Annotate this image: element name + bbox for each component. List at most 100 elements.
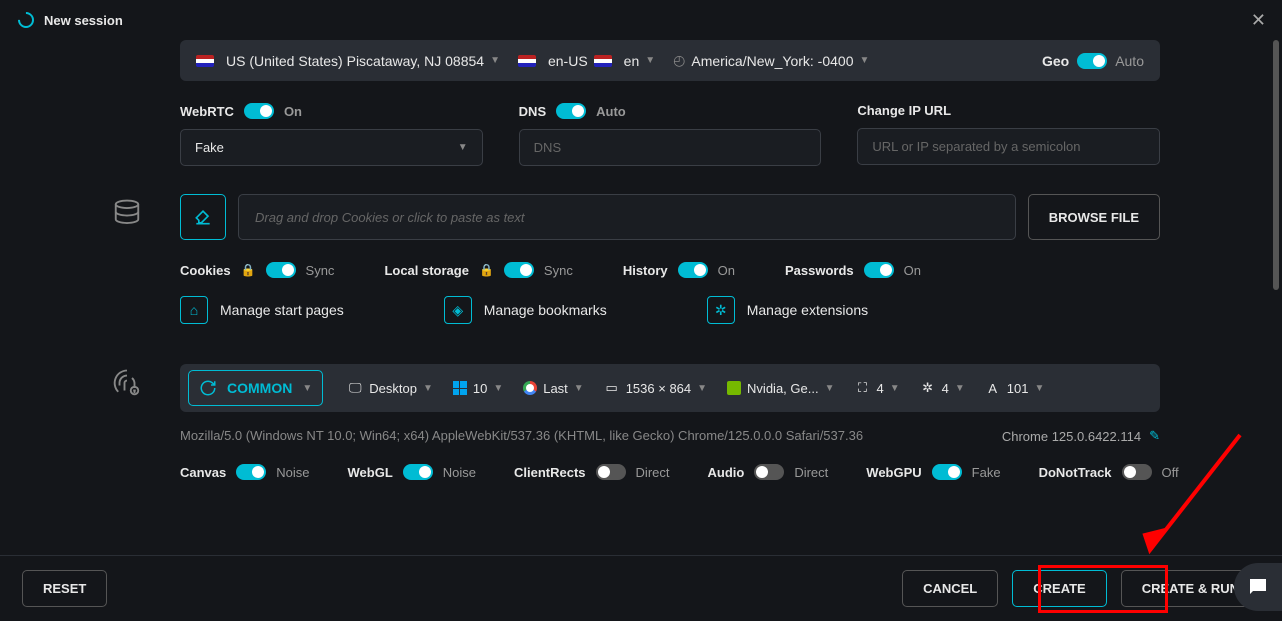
bookmark-icon: ◈ (444, 296, 472, 324)
clock-icon: ◴ (673, 52, 685, 69)
canvas-value: Noise (276, 465, 309, 480)
changeip-input[interactable] (857, 128, 1160, 165)
location-text: US (United States) Piscataway, NJ 08854 (226, 53, 484, 69)
fingerprint-icon (110, 366, 144, 400)
localstorage-toggle[interactable] (504, 262, 534, 278)
dnt-value: Off (1162, 465, 1179, 480)
manage-start-pages-button[interactable]: ⌂ Manage start pages (180, 296, 344, 324)
browser-dropdown[interactable]: Last ▼ (515, 375, 591, 402)
common-refresh-button[interactable]: COMMON ▼ (188, 370, 323, 406)
chevron-down-icon: ▼ (890, 383, 900, 394)
fonts-dropdown[interactable]: A 101 ▼ (977, 374, 1053, 402)
dialog-title: New session (44, 13, 123, 28)
chevron-down-icon: ▼ (955, 383, 965, 394)
os-dropdown[interactable]: 10 ▼ (445, 375, 511, 402)
app-logo-icon (15, 9, 38, 32)
passwords-value: On (904, 263, 921, 278)
dnt-label: DoNotTrack (1039, 465, 1112, 480)
home-icon: ⌂ (180, 296, 208, 324)
ram-dropdown[interactable]: ✲ 4 ▼ (912, 374, 973, 402)
manage-extensions-button[interactable]: ✲ Manage extensions (707, 296, 868, 324)
edit-icon[interactable]: ✎ (1149, 428, 1160, 444)
webrtc-toggle[interactable] (244, 103, 274, 119)
cookies-toggle[interactable] (266, 262, 296, 278)
dns-input[interactable] (519, 129, 822, 166)
dnt-toggle[interactable] (1122, 464, 1152, 480)
useragent-text: Mozilla/5.0 (Windows NT 10.0; Win64; x64… (180, 428, 863, 444)
device-dropdown[interactable]: 🖵 Desktop ▼ (339, 374, 441, 402)
passwords-toggle[interactable] (864, 262, 894, 278)
webgl-label: WebGL (348, 465, 393, 480)
chevron-down-icon: ▼ (645, 55, 655, 66)
chevron-down-icon: ▼ (860, 55, 870, 66)
ram-icon: ✲ (920, 380, 936, 396)
puzzle-icon: ✲ (707, 296, 735, 324)
reset-button[interactable]: RESET (22, 570, 107, 607)
proxy-summary-bar: US (United States) Piscataway, NJ 08854 … (180, 40, 1160, 81)
chat-icon[interactable] (1234, 563, 1282, 611)
localstorage-label: Local storage (384, 263, 469, 278)
cancel-button[interactable]: CANCEL (902, 570, 998, 607)
timezone-dropdown[interactable]: ◴ America/New_York: -0400 ▼ (673, 52, 869, 69)
clientrects-toggle[interactable] (596, 464, 626, 480)
nvidia-icon (727, 381, 741, 395)
chrome-version-text: Chrome 125.0.6422.114 (1002, 429, 1141, 444)
manage-bookmarks-button[interactable]: ◈ Manage bookmarks (444, 296, 607, 324)
changeip-label: Change IP URL (857, 103, 951, 118)
refresh-icon (199, 379, 217, 397)
cpu-icon: ⛶ (854, 380, 870, 396)
webgl-value: Noise (443, 465, 476, 480)
browse-file-button[interactable]: BROWSE FILE (1028, 194, 1160, 240)
history-label: History (623, 263, 668, 278)
chevron-down-icon: ▼ (825, 383, 835, 394)
chevron-down-icon: ▼ (1034, 383, 1044, 394)
us-flag-icon (518, 55, 536, 67)
resolution-dropdown[interactable]: ▭ 1536 × 864 ▼ (596, 374, 715, 402)
webgl-toggle[interactable] (403, 464, 433, 480)
geo-label: Geo (1042, 53, 1069, 69)
lock-icon: 🔒 (479, 263, 494, 277)
webgpu-toggle[interactable] (932, 464, 962, 480)
chevron-down-icon: ▼ (302, 383, 312, 394)
cookies-value: Sync (306, 263, 335, 278)
eraser-button[interactable] (180, 194, 226, 240)
geo-toggle[interactable] (1077, 53, 1107, 69)
history-value: On (718, 263, 735, 278)
chevron-down-icon: ▼ (423, 383, 433, 394)
audio-value: Direct (794, 465, 828, 480)
chevron-down-icon: ▼ (697, 383, 707, 394)
locale-dropdown[interactable]: en-US en ▼ (518, 53, 655, 69)
create-button[interactable]: CREATE (1012, 570, 1106, 607)
screen-icon: ▭ (604, 380, 620, 396)
history-toggle[interactable] (678, 262, 708, 278)
font-icon: A (985, 380, 1001, 396)
webgpu-label: WebGPU (866, 465, 921, 480)
close-icon[interactable]: ✕ (1251, 10, 1266, 31)
localstorage-value: Sync (544, 263, 573, 278)
webrtc-select-value: Fake (195, 140, 224, 155)
cookies-placeholder: Drag and drop Cookies or click to paste … (255, 210, 525, 225)
webrtc-status: On (284, 104, 302, 119)
webrtc-select[interactable]: Fake ▼ (180, 129, 483, 166)
locale2-text: en (624, 53, 640, 69)
us-flag-icon (594, 55, 612, 67)
lock-icon: 🔒 (241, 263, 256, 277)
canvas-toggle[interactable] (236, 464, 266, 480)
dns-toggle[interactable] (556, 103, 586, 119)
geo-value: Auto (1115, 53, 1144, 69)
chevron-down-icon: ▼ (490, 55, 500, 66)
cores-dropdown[interactable]: ⛶ 4 ▼ (846, 374, 907, 402)
audio-toggle[interactable] (754, 464, 784, 480)
cookies-drop-input[interactable]: Drag and drop Cookies or click to paste … (238, 194, 1016, 240)
gpu-dropdown[interactable]: Nvidia, Ge... ▼ (719, 375, 842, 402)
monitor-icon: 🖵 (347, 380, 363, 396)
location-dropdown[interactable]: US (United States) Piscataway, NJ 08854 … (196, 53, 500, 69)
cookies-label: Cookies (180, 263, 231, 278)
windows-icon (453, 381, 467, 395)
scrollbar[interactable] (1273, 40, 1279, 290)
passwords-label: Passwords (785, 263, 854, 278)
dns-label: DNS (519, 104, 546, 119)
canvas-label: Canvas (180, 465, 226, 480)
audio-label: Audio (708, 465, 745, 480)
webgpu-value: Fake (972, 465, 1001, 480)
